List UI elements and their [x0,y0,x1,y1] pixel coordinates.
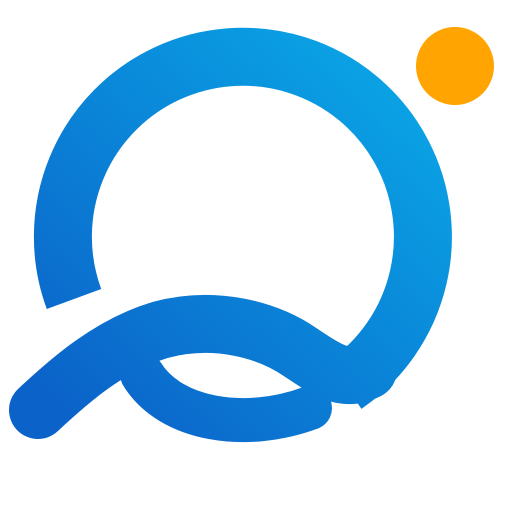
logo-canvas [0,0,512,512]
q-sun-logo [9,27,494,443]
q-inner-curve [120,352,332,443]
sun-dot-icon [416,27,494,105]
